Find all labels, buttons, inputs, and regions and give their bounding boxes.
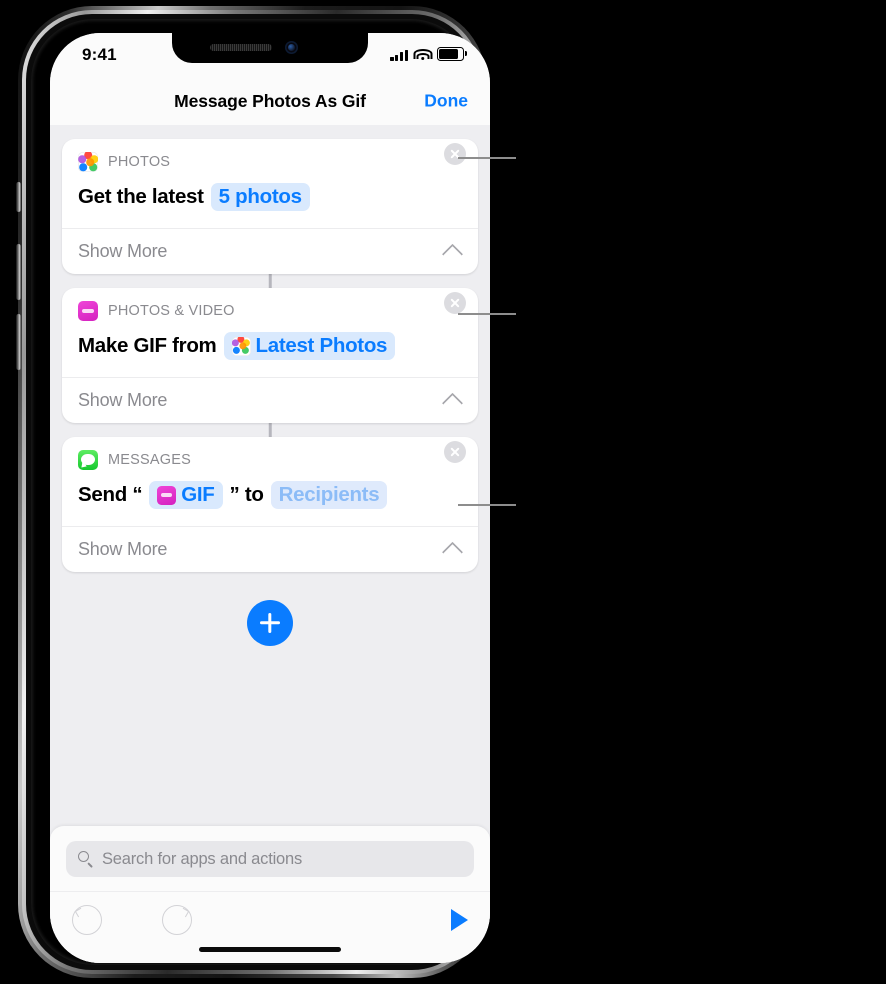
undo-icon[interactable] [72,905,102,935]
messages-app-icon [78,450,98,470]
show-more-label: Show More [78,241,168,261]
action-card-wrapper-2: PHOTOS & VIDEO Make GIF from Latest Phot… [50,288,490,423]
action-app-label: PHOTOS [108,154,171,170]
battery-full-icon [437,47,467,61]
action-card-header: PHOTOS & VIDEO [62,288,478,328]
action-text-before: Get the latest [78,185,204,208]
redo-icon[interactable] [162,905,192,935]
action-recipients-token[interactable]: Recipients [270,481,388,509]
action-parameter-token[interactable]: GIF [149,481,223,509]
token-label: 5 photos [218,185,302,208]
wifi-icon [413,49,432,61]
bottom-panel: Search for apps and actions [50,826,490,963]
add-action-button[interactable] [247,600,293,646]
token-label: Latest Photos [255,334,388,357]
callout-leader-line-3 [458,504,516,506]
action-card-header: MESSAGES [62,437,478,477]
device-notch [172,33,368,63]
photos-app-icon [78,152,98,172]
silent-switch[interactable] [16,182,21,212]
action-card-wrapper-1: PHOTOS Get the latest 5 photos Show More [50,139,490,274]
close-circle-icon[interactable] [444,143,466,165]
action-app-label: PHOTOS & VIDEO [108,303,235,319]
cellular-bars-icon [390,49,408,61]
close-circle-icon[interactable] [444,292,466,314]
photos-video-icon [78,301,98,321]
home-indicator [199,947,341,952]
action-card-wrapper-3: MESSAGES Send “ GIF ” to Recipients Show… [50,437,490,572]
page-title: Message Photos As Gif [174,90,366,111]
play-icon[interactable] [451,909,468,931]
token-label: GIF [181,483,215,506]
done-button[interactable]: Done [424,91,468,112]
speaker-grille [210,44,272,51]
action-app-label: MESSAGES [108,452,191,468]
action-card-header: PHOTOS [62,139,478,179]
iphone-device-frame: 9:41 Message Photos As Gif Done PHOTOS G… [16,6,490,978]
editor-toolbar [50,891,490,948]
chevron-up-icon [441,541,464,563]
photos-app-icon [231,336,251,356]
action-card-photos[interactable]: PHOTOS Get the latest 5 photos Show More [62,139,478,274]
volume-down-button[interactable] [16,314,21,370]
volume-up-button[interactable] [16,244,21,300]
callout-leader-line-1 [458,157,516,159]
action-card-send-message[interactable]: MESSAGES Send “ GIF ” to Recipients Show… [62,437,478,572]
connector-1 [50,274,490,288]
close-circle-icon[interactable] [444,441,466,463]
phone-screen: 9:41 Message Photos As Gif Done PHOTOS G… [50,33,490,963]
action-text-before: Make GIF from [78,334,217,357]
navigation-bar: Message Photos As Gif Done [50,77,490,125]
show-more-toggle[interactable]: Show More [62,377,478,423]
search-icon [78,851,94,867]
action-parameter-token[interactable]: Latest Photos [223,332,396,360]
action-text-before: Send “ [78,483,143,506]
search-row: Search for apps and actions [50,826,490,891]
action-card-body: Get the latest 5 photos [62,179,478,228]
show-more-toggle[interactable]: Show More [62,526,478,572]
show-more-label: Show More [78,539,168,559]
front-camera-icon [285,41,298,54]
status-time: 9:41 [82,45,117,64]
token-label: Recipients [278,483,380,506]
callout-leader-line-2 [458,313,516,315]
action-card-make-gif[interactable]: PHOTOS & VIDEO Make GIF from Latest Phot… [62,288,478,423]
photos-video-icon [157,485,177,505]
status-icons [390,47,467,61]
action-parameter-token[interactable]: 5 photos [210,183,310,211]
search-input[interactable]: Search for apps and actions [66,841,474,877]
action-text-mid: ” to [229,483,264,506]
connector-2 [50,423,490,437]
chevron-up-icon [441,243,464,265]
show-more-label: Show More [78,390,168,410]
search-placeholder: Search for apps and actions [102,849,303,868]
show-more-toggle[interactable]: Show More [62,228,478,274]
chevron-up-icon [441,392,464,414]
action-card-body: Send “ GIF ” to Recipients [62,477,478,526]
action-card-body: Make GIF from Latest Photos [62,328,478,377]
